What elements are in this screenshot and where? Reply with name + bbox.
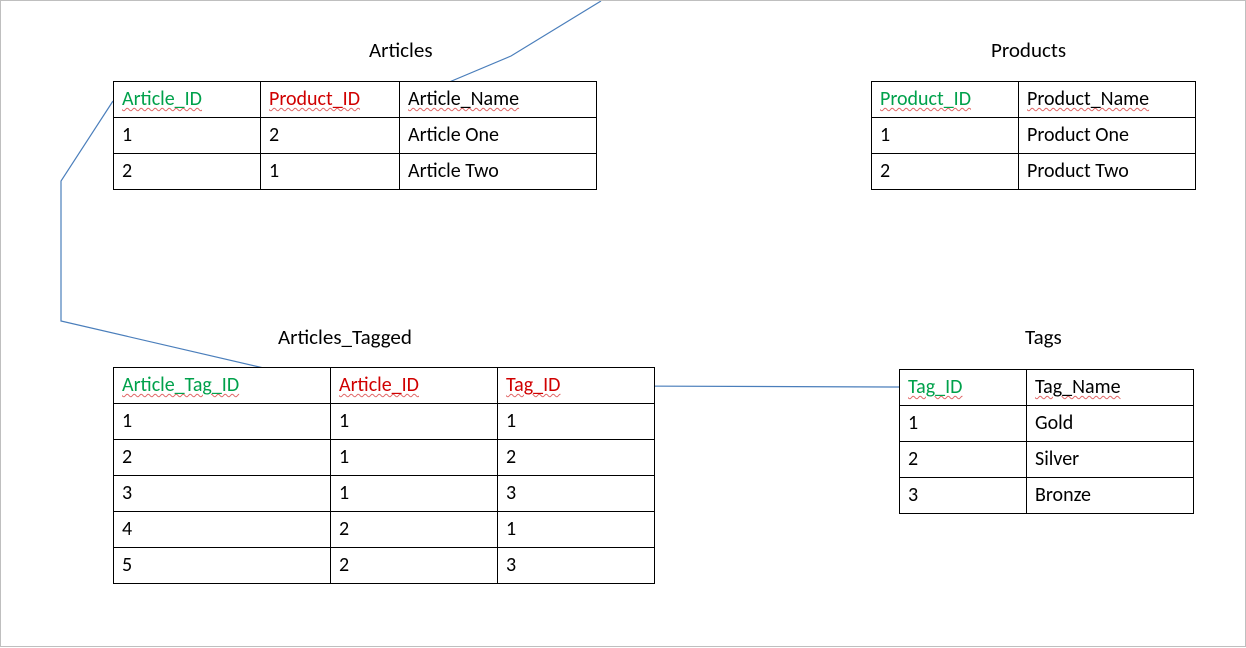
articles-tagged-table: Article_Tag_ID Article_ID Tag_ID 1 1 1 2…: [113, 367, 655, 584]
col-article-id: Article_ID: [122, 87, 202, 111]
table-title-products: Products: [991, 37, 1066, 63]
col-tag-id-fk: Tag_ID: [506, 373, 560, 397]
table-title-tags: Tags: [1025, 324, 1062, 350]
col-article-name: Article_Name: [408, 87, 519, 111]
tags-table: Tag_ID Tag_Name 1 Gold 2 Silver 3 Bronze: [899, 369, 1194, 514]
col-tag-id: Tag_ID: [908, 375, 962, 399]
table-row: 4 2 1: [114, 512, 655, 548]
cell: Product Two: [1019, 154, 1196, 190]
cell: Article One: [400, 118, 597, 154]
col-product-id-fk: Product_ID: [269, 87, 360, 111]
cell: 2: [872, 154, 1019, 190]
cell: Product One: [1019, 118, 1196, 154]
cell: 3: [498, 476, 655, 512]
cell: Article Two: [400, 154, 597, 190]
cell: 2: [331, 548, 498, 584]
table-title-articles: Articles: [369, 37, 433, 63]
table-row: 3 1 3: [114, 476, 655, 512]
col-article-id-fk: Article_ID: [339, 373, 419, 397]
table-row: 2 1 Article Two: [114, 154, 597, 190]
cell: 2: [331, 512, 498, 548]
table-title-articles-tagged: Articles_Tagged: [278, 324, 412, 350]
cell: 3: [900, 478, 1027, 514]
cell: 2: [114, 440, 331, 476]
cell: Gold: [1027, 406, 1194, 442]
cell: 2: [261, 118, 400, 154]
table-row: 5 2 3: [114, 548, 655, 584]
col-product-id: Product_ID: [880, 87, 971, 111]
cell: 1: [331, 476, 498, 512]
table-row: 1 1 1: [114, 404, 655, 440]
articles-table: Article_ID Product_ID Article_Name 1 2 A…: [113, 81, 597, 190]
col-tag-name: Tag_Name: [1035, 375, 1121, 399]
table-row: 3 Bronze: [900, 478, 1194, 514]
cell: 1: [900, 406, 1027, 442]
col-product-name: Product_Name: [1027, 87, 1149, 111]
cell: 1: [498, 512, 655, 548]
diagram-canvas: Articles Products Articles_Tagged Tags A…: [0, 0, 1246, 647]
table-row: 1 Product One: [872, 118, 1196, 154]
cell: 1: [498, 404, 655, 440]
table-header-row: Article_ID Product_ID Article_Name: [114, 82, 597, 118]
cell: Bronze: [1027, 478, 1194, 514]
cell: 1: [872, 118, 1019, 154]
cell: 4: [114, 512, 331, 548]
table-row: 2 Product Two: [872, 154, 1196, 190]
table-header-row: Tag_ID Tag_Name: [900, 370, 1194, 406]
cell: 1: [261, 154, 400, 190]
table-header-row: Article_Tag_ID Article_ID Tag_ID: [114, 368, 655, 404]
table-row: 2 Silver: [900, 442, 1194, 478]
cell: 2: [900, 442, 1027, 478]
cell: 3: [114, 476, 331, 512]
table-row: 1 2 Article One: [114, 118, 597, 154]
cell: 3: [498, 548, 655, 584]
cell: 1: [114, 118, 261, 154]
table-row: 2 1 2: [114, 440, 655, 476]
cell: 5: [114, 548, 331, 584]
table-header-row: Product_ID Product_Name: [872, 82, 1196, 118]
cell: 2: [114, 154, 261, 190]
col-article-tag-id: Article_Tag_ID: [122, 373, 239, 397]
cell: 1: [114, 404, 331, 440]
cell: 1: [331, 440, 498, 476]
cell: 1: [331, 404, 498, 440]
cell: Silver: [1027, 442, 1194, 478]
table-row: 1 Gold: [900, 406, 1194, 442]
cell: 2: [498, 440, 655, 476]
products-table: Product_ID Product_Name 1 Product One 2 …: [871, 81, 1196, 190]
